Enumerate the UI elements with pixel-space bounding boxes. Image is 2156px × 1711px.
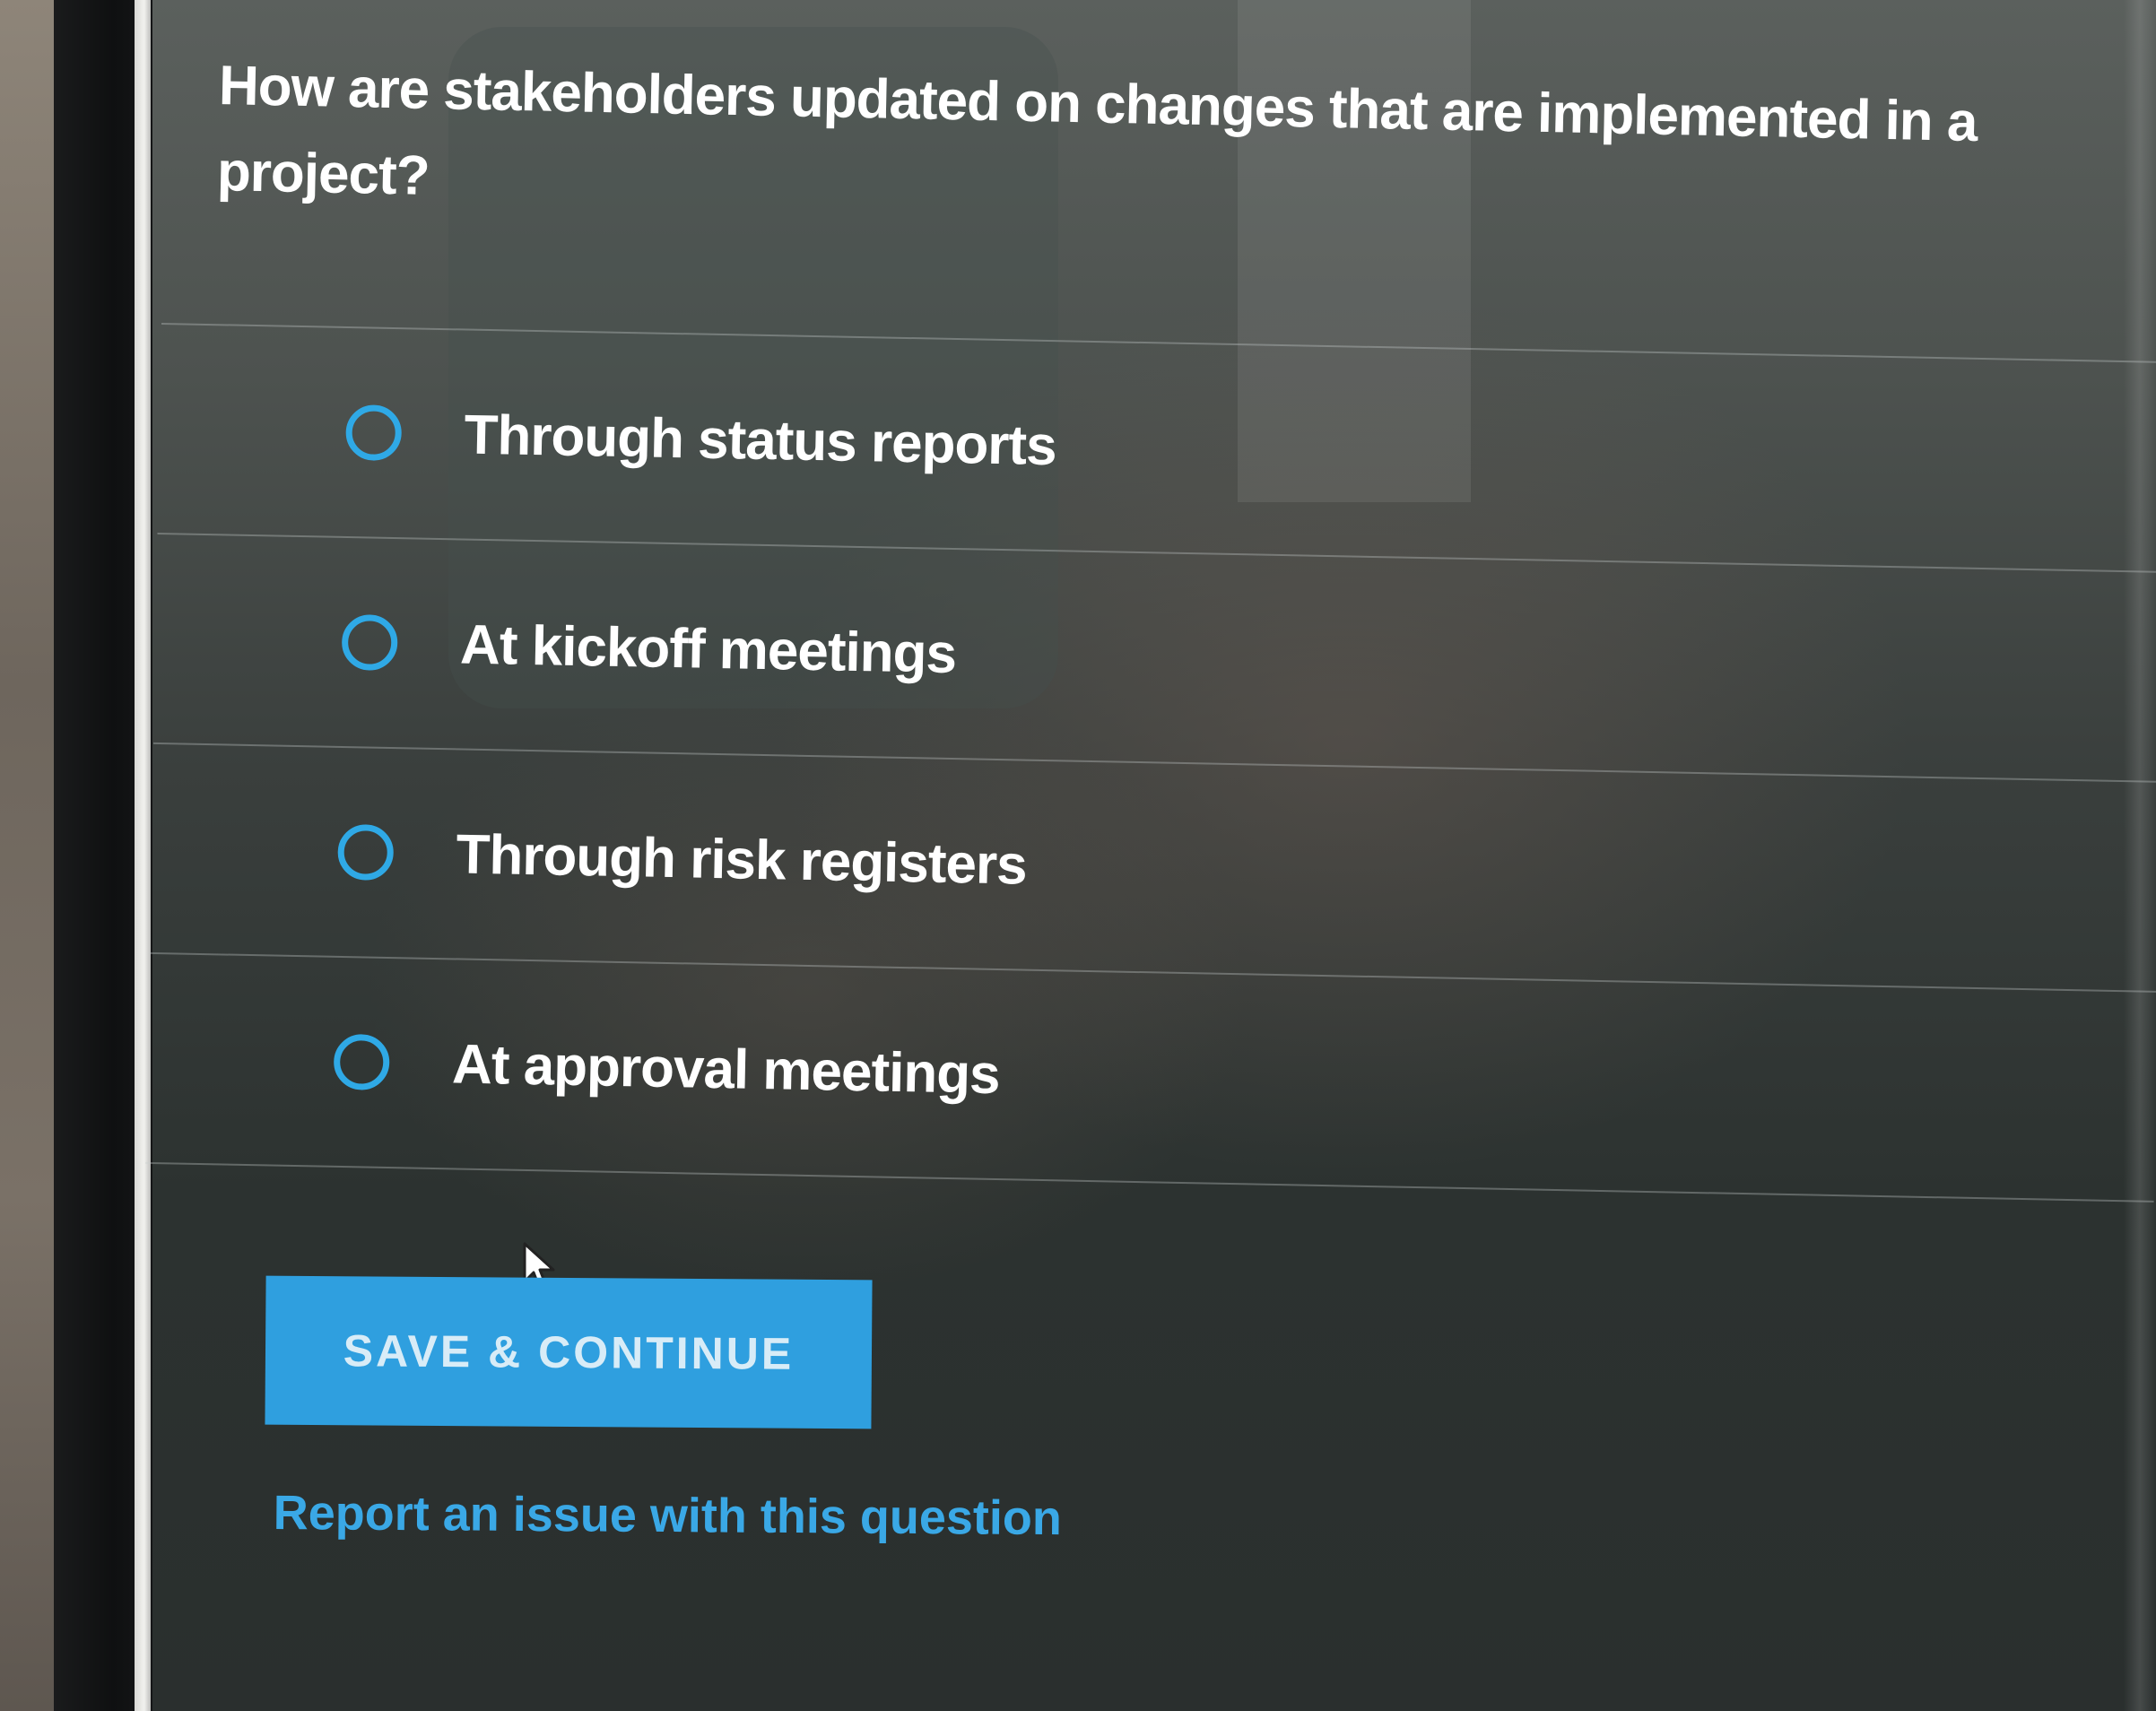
radio-unselected-icon[interactable] (337, 823, 395, 882)
answer-option-3[interactable]: Through risk registers (149, 742, 2156, 991)
radio-unselected-icon[interactable] (345, 404, 403, 462)
question-text: How are stakeholders updated on changes … (216, 54, 1978, 207)
answer-option-1[interactable]: Through status reports (157, 323, 2156, 571)
radio-unselected-icon[interactable] (341, 613, 398, 672)
report-issue-link[interactable]: Report an issue with this question (274, 1485, 1063, 1546)
photo-of-screen: How are stakeholders updated on changes … (0, 0, 2156, 1711)
answer-option-2[interactable]: At kickoff meetings (153, 532, 2156, 781)
quiz-panel: How are stakeholders updated on changes … (0, 0, 2156, 1711)
answer-label: Through status reports (464, 404, 1057, 477)
answer-label: At kickoff meetings (459, 612, 957, 685)
answer-label: At approval meetings (451, 1032, 1001, 1106)
answer-options: Through status reports At kickoff meetin… (144, 323, 2156, 1203)
answer-option-4[interactable]: At approval meetings (144, 951, 2156, 1203)
answer-label: Through risk registers (456, 822, 1028, 897)
save-and-continue-button[interactable]: SAVE & CONTINUE (265, 1275, 873, 1429)
radio-unselected-icon[interactable] (333, 1033, 390, 1091)
